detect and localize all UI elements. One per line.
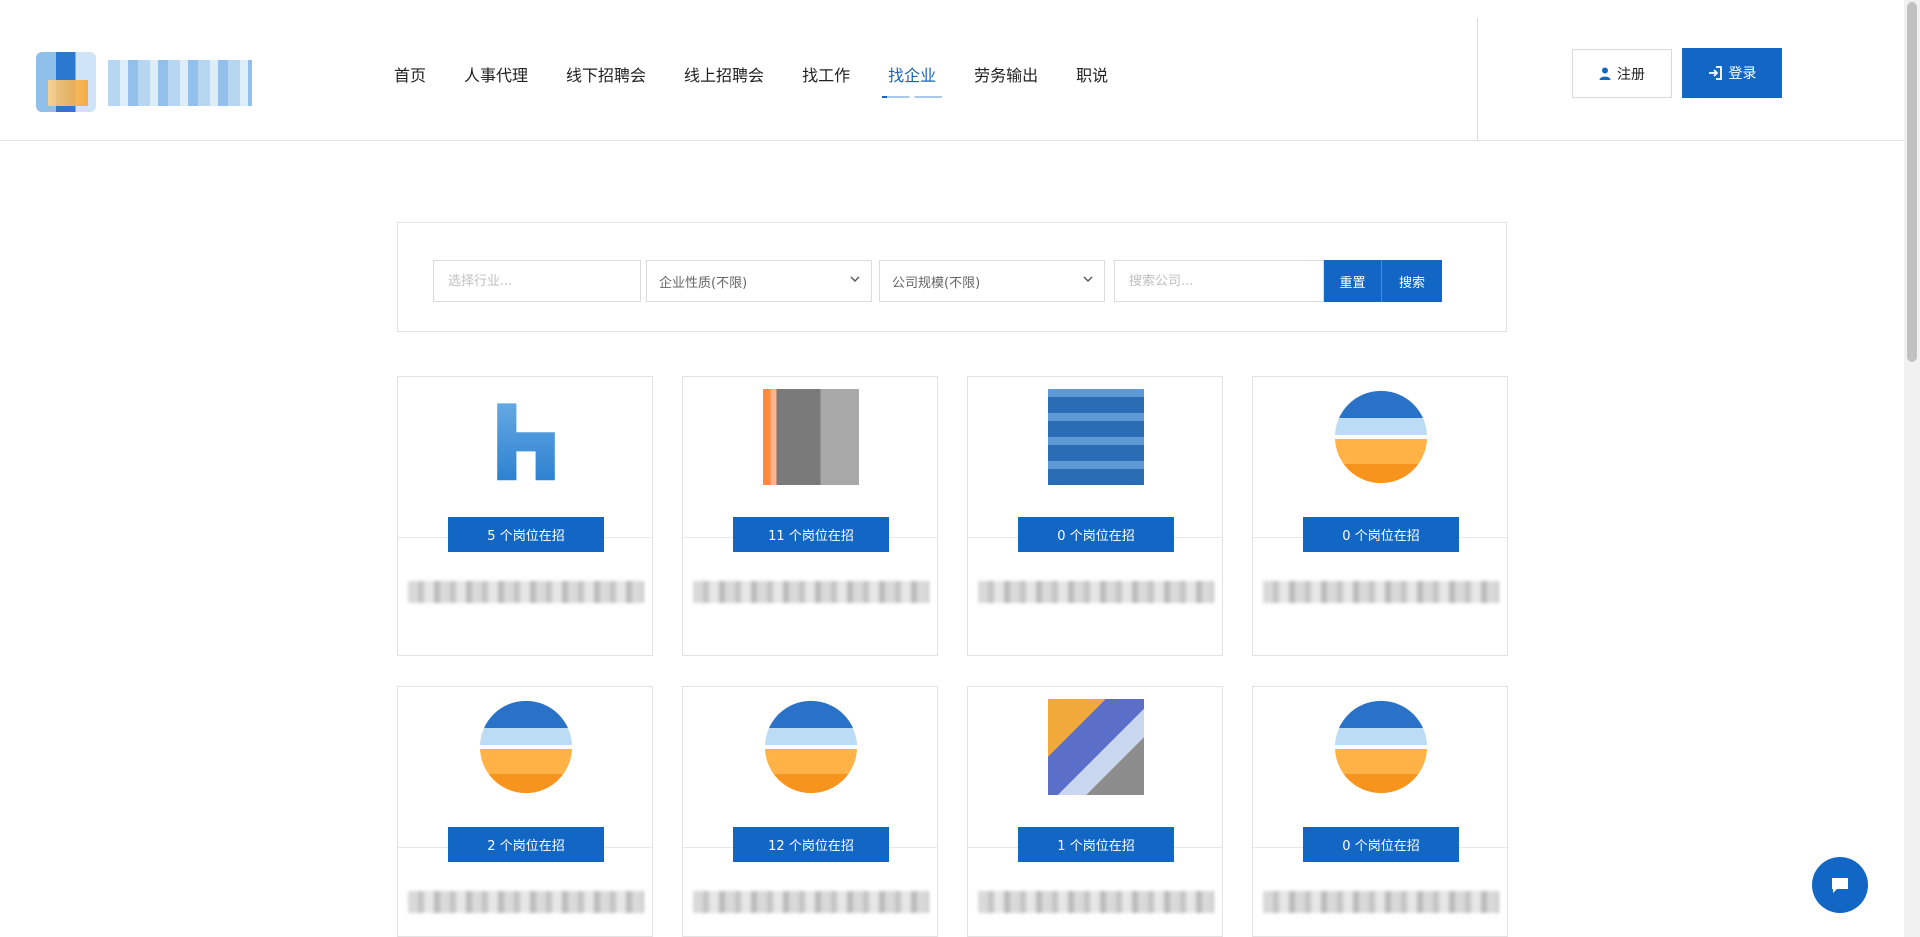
nav-home[interactable]: 首页 — [394, 62, 426, 98]
company-logo — [1048, 699, 1144, 795]
search-label: 搜索 — [1398, 275, 1425, 291]
chat-button[interactable] — [1812, 857, 1868, 913]
main-nav: 首页 人事代理 线下招聘会 线上招聘会 找工作 找企业 劳务输出 职说 — [394, 62, 1108, 98]
company-name-obscured — [693, 891, 929, 913]
site-logo[interactable] — [36, 52, 252, 112]
logo-wordmark — [108, 60, 252, 106]
scrollbar-thumb[interactable] — [1907, 2, 1917, 362]
company-card[interactable]: 11 个岗位在招 — [682, 376, 938, 656]
chevron-down-icon — [1082, 273, 1094, 289]
logo-mark — [36, 52, 96, 112]
company-name-obscured — [1263, 581, 1499, 603]
company-logo — [1048, 389, 1144, 485]
company-logo — [763, 389, 859, 485]
nav-hr-agency[interactable]: 人事代理 — [464, 62, 528, 98]
reset-button[interactable]: 重置 — [1324, 260, 1382, 302]
company-logo — [1334, 700, 1428, 794]
header-divider — [1477, 18, 1478, 141]
nav-find-company[interactable]: 找企业 — [882, 62, 943, 98]
scale-select[interactable]: 公司规模(不限) — [879, 260, 1105, 302]
register-label: 注册 — [1617, 66, 1645, 83]
nature-select-value: 企业性质(不限) — [659, 275, 748, 291]
job-count-badge: 0 个岗位在招 — [1303, 827, 1459, 862]
company-name-obscured — [978, 891, 1214, 913]
job-count-badge: 1 个岗位在招 — [1018, 827, 1174, 862]
sign-in-icon — [1708, 66, 1723, 80]
nav-find-job-label: 找工作 — [802, 66, 851, 85]
company-card[interactable]: 0 个岗位在招 — [967, 376, 1223, 656]
nav-find-job[interactable]: 找工作 — [802, 62, 850, 98]
nav-online-fair[interactable]: 线上招聘会 — [684, 62, 764, 98]
job-count-badge: 11 个岗位在招 — [733, 517, 889, 552]
page-scrollbar[interactable] — [1904, 0, 1920, 937]
job-count-badge: 12 个岗位在招 — [733, 827, 889, 862]
job-count-badge: 0 个岗位在招 — [1018, 517, 1174, 552]
company-card[interactable]: 5 个岗位在招 — [397, 376, 653, 656]
job-count-badge: 5 个岗位在招 — [448, 517, 604, 552]
chat-icon — [1830, 875, 1850, 895]
search-button[interactable]: 搜索 — [1382, 260, 1442, 302]
company-logo — [1334, 390, 1428, 484]
nav-find-company-label: 找企业 — [888, 66, 937, 85]
company-card[interactable]: 0 个岗位在招 — [1252, 376, 1508, 656]
company-filter-panel: 企业性质(不限) 公司规模(不限) 重置 搜索 — [397, 222, 1507, 332]
company-card[interactable]: 12 个岗位在招 — [682, 686, 938, 937]
company-card[interactable]: 1 个岗位在招 — [967, 686, 1223, 937]
nav-labor-export[interactable]: 劳务输出 — [974, 62, 1038, 98]
job-count-badge: 0 个岗位在招 — [1303, 517, 1459, 552]
job-count-badge: 2 个岗位在招 — [448, 827, 604, 862]
company-card[interactable]: 0 个岗位在招 — [1252, 686, 1508, 937]
company-logo — [497, 403, 555, 481]
company-logo — [764, 700, 858, 794]
industry-input[interactable] — [446, 272, 640, 290]
nav-online-fair-label: 线上招聘会 — [684, 66, 765, 85]
company-search-input[interactable] — [1127, 272, 1323, 290]
login-label: 登录 — [1728, 66, 1757, 82]
register-button[interactable]: 注册 — [1572, 49, 1672, 98]
company-card[interactable]: 2 个岗位在招 — [397, 686, 653, 937]
company-search-field[interactable] — [1114, 260, 1324, 302]
company-logo — [479, 700, 573, 794]
industry-select[interactable] — [433, 260, 641, 302]
nav-labor-export-label: 劳务输出 — [974, 66, 1039, 85]
nature-select[interactable]: 企业性质(不限) — [646, 260, 872, 302]
company-name-obscured — [978, 581, 1214, 603]
nav-offline-fair-label: 线下招聘会 — [566, 66, 647, 85]
nav-career-talk-label: 职说 — [1076, 66, 1109, 85]
company-name-obscured — [408, 891, 644, 913]
chevron-down-icon — [849, 273, 861, 289]
nav-career-talk[interactable]: 职说 — [1076, 62, 1108, 98]
login-button[interactable]: 登录 — [1682, 48, 1782, 98]
nav-offline-fair[interactable]: 线下招聘会 — [566, 62, 646, 98]
nav-hr-agency-label: 人事代理 — [464, 66, 529, 85]
company-name-obscured — [408, 581, 644, 603]
nav-home-label: 首页 — [394, 66, 427, 85]
company-name-obscured — [693, 581, 929, 603]
reset-label: 重置 — [1339, 275, 1366, 291]
company-name-obscured — [1263, 891, 1499, 913]
nav-active-underline — [882, 96, 943, 98]
scale-select-value: 公司规模(不限) — [892, 275, 981, 291]
site-header: 首页 人事代理 线下招聘会 线上招聘会 找工作 找企业 劳务输出 职说 注册 登… — [0, 0, 1904, 141]
user-icon — [1599, 67, 1611, 80]
